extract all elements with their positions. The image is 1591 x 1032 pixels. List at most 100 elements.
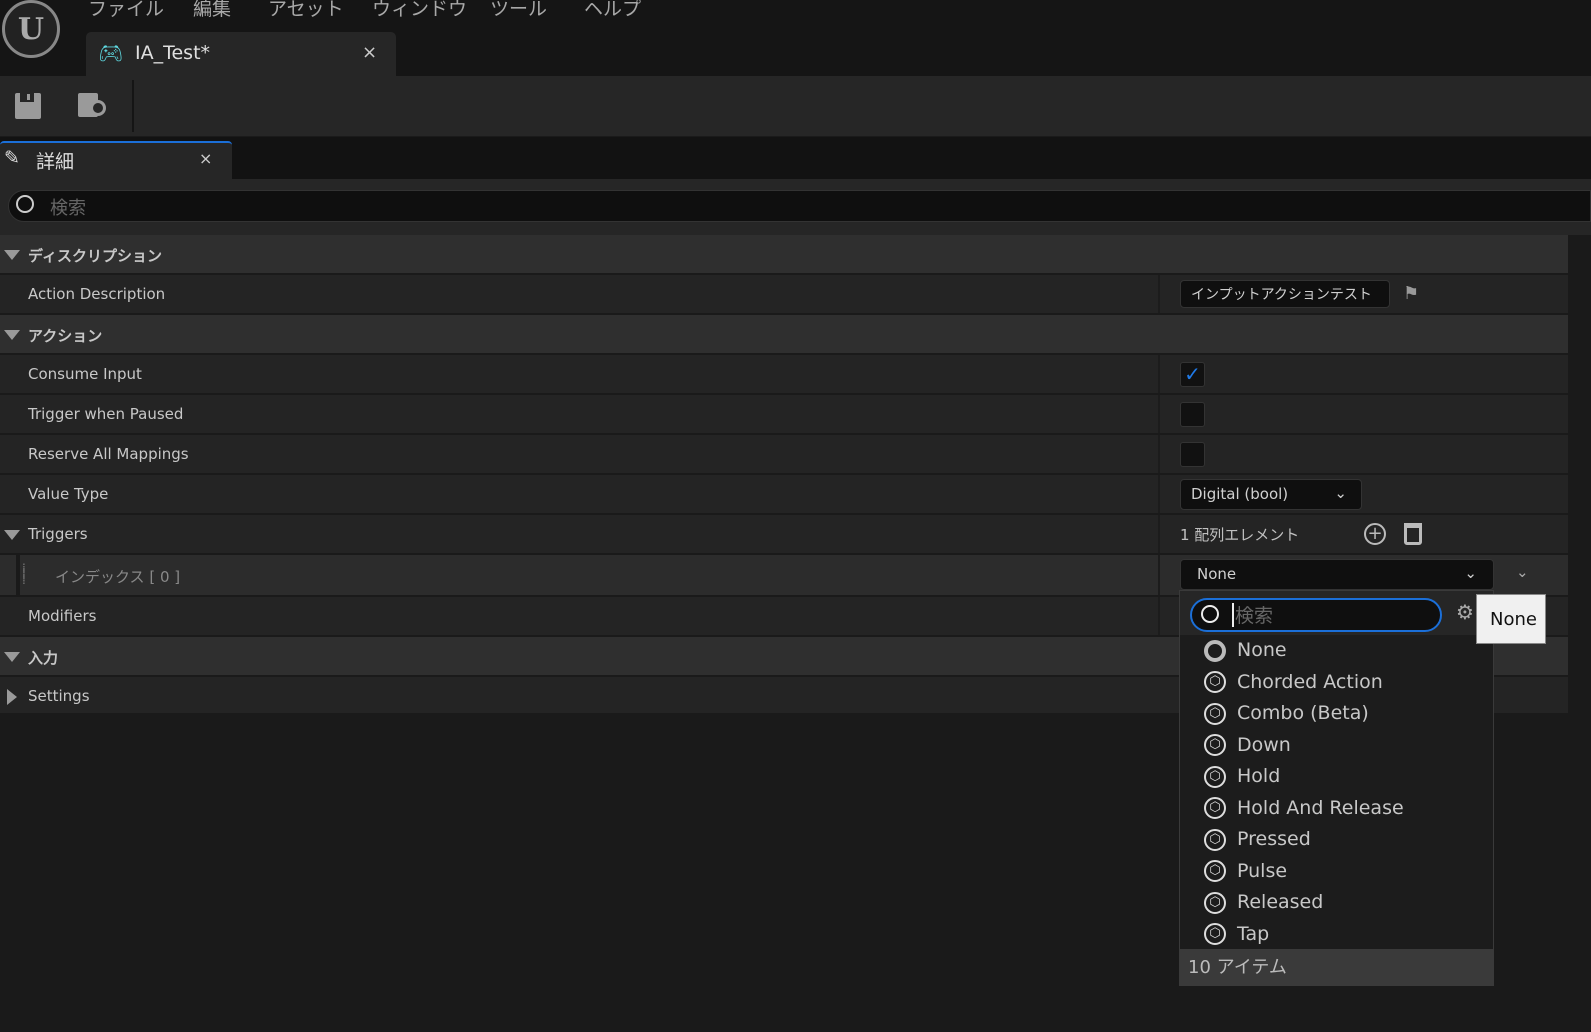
- reserve-all-mappings-checkbox[interactable]: [1180, 442, 1205, 467]
- array-count: 1 配列エレメント: [1180, 526, 1300, 544]
- menu-edit[interactable]: 編集: [193, 0, 231, 21]
- picker-item[interactable]: ⬡ Hold And Release: [1204, 793, 1404, 823]
- class-cube-icon: ⬡: [1204, 702, 1226, 725]
- category-label: 入力: [28, 649, 59, 667]
- category-action[interactable]: アクション: [0, 315, 1568, 355]
- picker-item-label: Chorded Action: [1237, 670, 1383, 693]
- prop-value-type: Value Type Digital (bool) ⌄: [0, 475, 1568, 515]
- chevron-down-icon: ⌄: [1464, 564, 1477, 582]
- class-cube-icon: ⬡: [1204, 797, 1226, 819]
- menu-bar: ファイル 編集 アセット ウィンドウ ツール ヘルプ: [0, 0, 1591, 32]
- search-icon: [1201, 605, 1219, 623]
- menu-asset[interactable]: アセット: [268, 0, 344, 21]
- settings-gear-icon[interactable]: ⚙: [1456, 600, 1474, 624]
- menu-tools[interactable]: ツール: [490, 0, 547, 21]
- trigger-class-dropdown[interactable]: None ⌄: [1180, 559, 1494, 590]
- class-cube-icon: ⬡: [1204, 734, 1226, 756]
- prop-label: Settings: [28, 687, 90, 705]
- edit-icon: ✎: [4, 147, 20, 169]
- prop-triggers: Triggers 1 配列エレメント +: [0, 515, 1568, 555]
- details-tab-bar: [0, 137, 1591, 179]
- picker-item[interactable]: ⬡ Tap: [1204, 919, 1269, 949]
- localization-flag-icon[interactable]: ⚑: [1403, 283, 1419, 304]
- element-options-chevron-icon[interactable]: ⌄: [1516, 563, 1529, 581]
- picker-item[interactable]: ⬡ Released: [1204, 887, 1323, 917]
- picker-item-label: Released: [1237, 891, 1324, 913]
- prop-label: Reserve All Mappings: [28, 445, 189, 463]
- trigger-class-picker: 検索 ⚙ None ⬡ Chorded Action ⬡ Combo (Beta) ⬡ Do…: [1179, 590, 1494, 986]
- toolbar-divider: [132, 80, 134, 132]
- tab-title: IA_Test*: [135, 42, 211, 64]
- picker-item[interactable]: ⬡ Combo (Beta): [1204, 698, 1369, 728]
- add-element-icon[interactable]: +: [1364, 523, 1386, 545]
- picker-item[interactable]: ⬡ Pulse: [1204, 856, 1287, 886]
- picker-item[interactable]: ⬡ Chorded Action: [1204, 667, 1383, 697]
- prop-label: Triggers: [28, 525, 88, 543]
- close-icon[interactable]: ×: [362, 42, 377, 63]
- drag-handle-icon[interactable]: ⁞ ⁞ ⁞: [22, 562, 26, 586]
- picker-item-label: Pulse: [1237, 859, 1288, 882]
- class-cube-icon: ⬡: [1204, 860, 1226, 882]
- search-placeholder: 検索: [50, 198, 86, 219]
- value-type-dropdown[interactable]: Digital (bool) ⌄: [1180, 479, 1362, 510]
- class-cube-icon: ⬡: [1204, 923, 1226, 945]
- prop-label: Trigger when Paused: [28, 405, 184, 423]
- prop-label: Modifiers: [28, 607, 97, 625]
- prop-label: Consume Input: [28, 365, 142, 383]
- picker-item-label: Pressed: [1237, 828, 1311, 850]
- menu-window[interactable]: ウィンドウ: [372, 0, 467, 21]
- class-cube-icon: ⬡: [1204, 765, 1226, 788]
- category-label: ディスクリプション: [28, 247, 162, 265]
- unreal-logo-icon[interactable]: U: [2, 0, 60, 58]
- delete-all-icon[interactable]: [1404, 523, 1422, 545]
- picker-item[interactable]: ⬡ Hold: [1204, 761, 1280, 791]
- picker-item-label: Combo (Beta): [1237, 702, 1369, 724]
- collapse-arrow-icon[interactable]: [4, 250, 20, 260]
- none-icon: [1204, 639, 1226, 662]
- prop-label: Value Type: [28, 485, 109, 503]
- class-cube-icon: ⬡: [1204, 828, 1226, 851]
- save-icon[interactable]: [15, 93, 41, 119]
- close-icon[interactable]: ×: [199, 149, 212, 168]
- picker-item[interactable]: ⬡ Pressed: [1204, 824, 1311, 854]
- picker-item-label: Down: [1237, 733, 1291, 756]
- item-count: 10 アイテム: [1180, 949, 1493, 985]
- class-cube-icon: ⬡: [1204, 671, 1226, 693]
- tooltip: None: [1476, 594, 1546, 644]
- category-label: アクション: [28, 327, 103, 345]
- menu-file[interactable]: ファイル: [88, 0, 164, 21]
- browse-asset-icon[interactable]: [78, 90, 110, 122]
- trigger-when-paused-checkbox[interactable]: [1180, 402, 1205, 427]
- chevron-down-icon: ⌄: [1334, 484, 1347, 502]
- toolbar: [0, 76, 1591, 136]
- category-description[interactable]: ディスクリプション: [0, 235, 1568, 275]
- index-label: インデックス [ 0 ]: [55, 568, 181, 586]
- picker-item-label: None: [1237, 639, 1287, 661]
- search-icon: [16, 195, 34, 213]
- class-cube-icon: ⬡: [1204, 891, 1226, 914]
- prop-trigger-when-paused: Trigger when Paused: [0, 395, 1568, 435]
- consume-input-checkbox[interactable]: ✓: [1180, 362, 1205, 387]
- picker-item[interactable]: None: [1204, 635, 1287, 665]
- input-action-icon: 🎮︎: [98, 41, 124, 65]
- picker-item[interactable]: ⬡ Down: [1204, 730, 1291, 760]
- trigger-value: None: [1197, 565, 1237, 583]
- collapse-arrow-icon[interactable]: [4, 652, 20, 662]
- details-search-input[interactable]: 検索: [8, 190, 1591, 222]
- menu-help[interactable]: ヘルプ: [584, 0, 641, 21]
- picker-search-input[interactable]: 検索: [1190, 598, 1442, 632]
- prop-consume-input: Consume Input ✓: [0, 355, 1568, 395]
- prop-action-description: Action Description インプットアクションテスト ⚑: [0, 275, 1568, 315]
- collapse-arrow-icon[interactable]: [4, 530, 20, 540]
- action-description-input[interactable]: インプットアクションテスト: [1180, 280, 1390, 308]
- details-title: 詳細: [36, 151, 75, 173]
- expand-arrow-icon[interactable]: [7, 689, 17, 705]
- search-placeholder: 検索: [1235, 605, 1274, 627]
- details-tab[interactable]: ✎ 詳細 ×: [0, 141, 232, 179]
- picker-item-label: Tap: [1237, 922, 1270, 945]
- document-tab[interactable]: 🎮︎ IA_Test* ×: [86, 32, 396, 76]
- picker-item-label: Hold: [1237, 765, 1281, 787]
- collapse-arrow-icon[interactable]: [4, 330, 20, 340]
- prop-reserve-all-mappings: Reserve All Mappings: [0, 435, 1568, 475]
- picker-item-label: Hold And Release: [1237, 796, 1404, 819]
